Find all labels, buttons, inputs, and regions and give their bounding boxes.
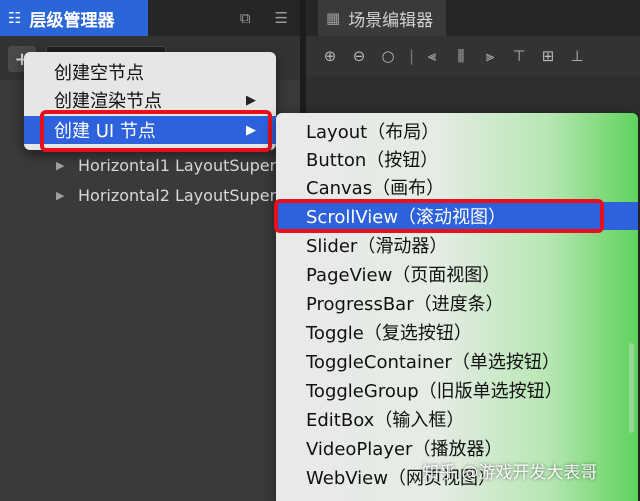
- submenu-item-scrollview[interactable]: ScrollView（滚动视图）: [276, 202, 638, 230]
- submenu-item-pageview[interactable]: PageView（页面视图）: [276, 260, 638, 288]
- align-top-icon[interactable]: ⊤: [511, 47, 527, 65]
- create-node-menu: 创建空节点 创建渲染节点 ▶ 创建 UI 节点 ▶: [24, 52, 276, 150]
- submenu-arrow-icon: ▶: [246, 92, 256, 108]
- tree-row-label: Horizontal2 LayoutSuper: [78, 185, 277, 205]
- triangle-right-icon[interactable]: ▶: [56, 159, 68, 172]
- menu-icon[interactable]: ☰: [275, 10, 288, 26]
- tree-row[interactable]: ▶ Horizontal1 LayoutSuper: [0, 150, 300, 180]
- zoom-out-icon[interactable]: ⊖: [351, 47, 367, 65]
- submenu-item-label: Slider（滑动器）: [306, 236, 448, 257]
- submenu-item-label: Toggle（复选按钮）: [306, 323, 472, 344]
- submenu-scrollbar[interactable]: [629, 343, 634, 433]
- submenu-item-label: ToggleContainer（单选按钮）: [306, 352, 560, 373]
- menu-item-label: 创建空节点: [54, 63, 144, 84]
- submenu-item-label: ProgressBar（进度条）: [306, 294, 504, 315]
- tab-hierarchy[interactable]: ☷ 层级管理器: [0, 0, 148, 36]
- submenu-item-label: Button（按钮）: [306, 150, 439, 171]
- submenu-item-layout[interactable]: Layout（布局）: [276, 117, 638, 145]
- maximize-icon[interactable]: ⧉: [240, 10, 251, 26]
- submenu-item-label: ToggleGroup（旧版单选按钮）: [306, 381, 563, 402]
- submenu-item-label: PageView（页面视图）: [306, 265, 501, 286]
- submenu-item-togglecontainer[interactable]: ToggleContainer（单选按钮）: [276, 347, 638, 375]
- menu-item-create-render-node[interactable]: 创建渲染节点 ▶: [24, 86, 276, 114]
- menu-item-create-ui-node[interactable]: 创建 UI 节点 ▶: [24, 116, 276, 144]
- menu-item-label: 创建渲染节点: [54, 91, 162, 112]
- align-middle-icon[interactable]: ⊞: [540, 47, 556, 65]
- submenu-item-slider[interactable]: Slider（滑动器）: [276, 231, 638, 259]
- submenu-item-label: ScrollView（滚动视图）: [306, 207, 507, 228]
- submenu-item-editbox[interactable]: EditBox（输入框）: [276, 405, 638, 433]
- submenu-item-canvas[interactable]: Canvas（画布）: [276, 173, 638, 201]
- ui-node-submenu: Layout（布局） Button（按钮） Canvas（画布） ScrollV…: [276, 113, 638, 501]
- scene-toolbar: ⊕ ⊖ ○ | ⫷ ⫼ ⫸ ⊤ ⊞ ⊥: [306, 36, 640, 76]
- align-right-icon[interactable]: ⫸: [482, 47, 498, 65]
- grid-icon: ▦: [326, 8, 341, 27]
- hierarchy-tabbar: ☷ 层级管理器 ⧉ ☰: [0, 0, 300, 37]
- zoom-in-icon[interactable]: ⊕: [322, 47, 338, 65]
- menu-item-create-empty-node[interactable]: 创建空节点: [24, 58, 276, 86]
- submenu-item-toggle[interactable]: Toggle（复选按钮）: [276, 318, 638, 346]
- submenu-item-togglegroup[interactable]: ToggleGroup（旧版单选按钮）: [276, 376, 638, 404]
- submenu-item-label: EditBox（输入框）: [306, 410, 465, 431]
- submenu-item-button[interactable]: Button（按钮）: [276, 145, 638, 173]
- watermark: 知乎 @游戏开发大表哥: [422, 463, 598, 483]
- node-tree: ▶ Horizontal1 LayoutSuper ▶ Horizontal2 …: [0, 150, 300, 210]
- tree-row[interactable]: ▶ Horizontal2 LayoutSuper: [0, 180, 300, 210]
- align-center-icon[interactable]: ⫼: [453, 47, 469, 65]
- hierarchy-icon: ☷: [8, 8, 22, 27]
- scene-tabbar: ▦ 场景编辑器: [306, 0, 640, 36]
- zoom-reset-icon[interactable]: ○: [380, 47, 396, 65]
- tree-row-label: Horizontal1 LayoutSuper: [78, 155, 277, 175]
- align-bottom-icon[interactable]: ⊥: [569, 47, 585, 65]
- submenu-item-progressbar[interactable]: ProgressBar（进度条）: [276, 289, 638, 317]
- tab-scene-editor[interactable]: ▦ 场景编辑器: [318, 0, 446, 36]
- submenu-item-label: Canvas（画布）: [306, 178, 445, 199]
- submenu-arrow-icon: ▶: [246, 122, 256, 138]
- toolbar-divider: |: [409, 47, 415, 65]
- triangle-right-icon[interactable]: ▶: [56, 189, 68, 202]
- tab-scene-label: 场景编辑器: [348, 10, 434, 31]
- menu-item-label: 创建 UI 节点: [54, 121, 156, 142]
- align-left-icon[interactable]: ⫷: [424, 47, 440, 65]
- tab-hierarchy-label: 层级管理器: [29, 10, 115, 31]
- submenu-item-label: Layout（布局）: [306, 122, 440, 143]
